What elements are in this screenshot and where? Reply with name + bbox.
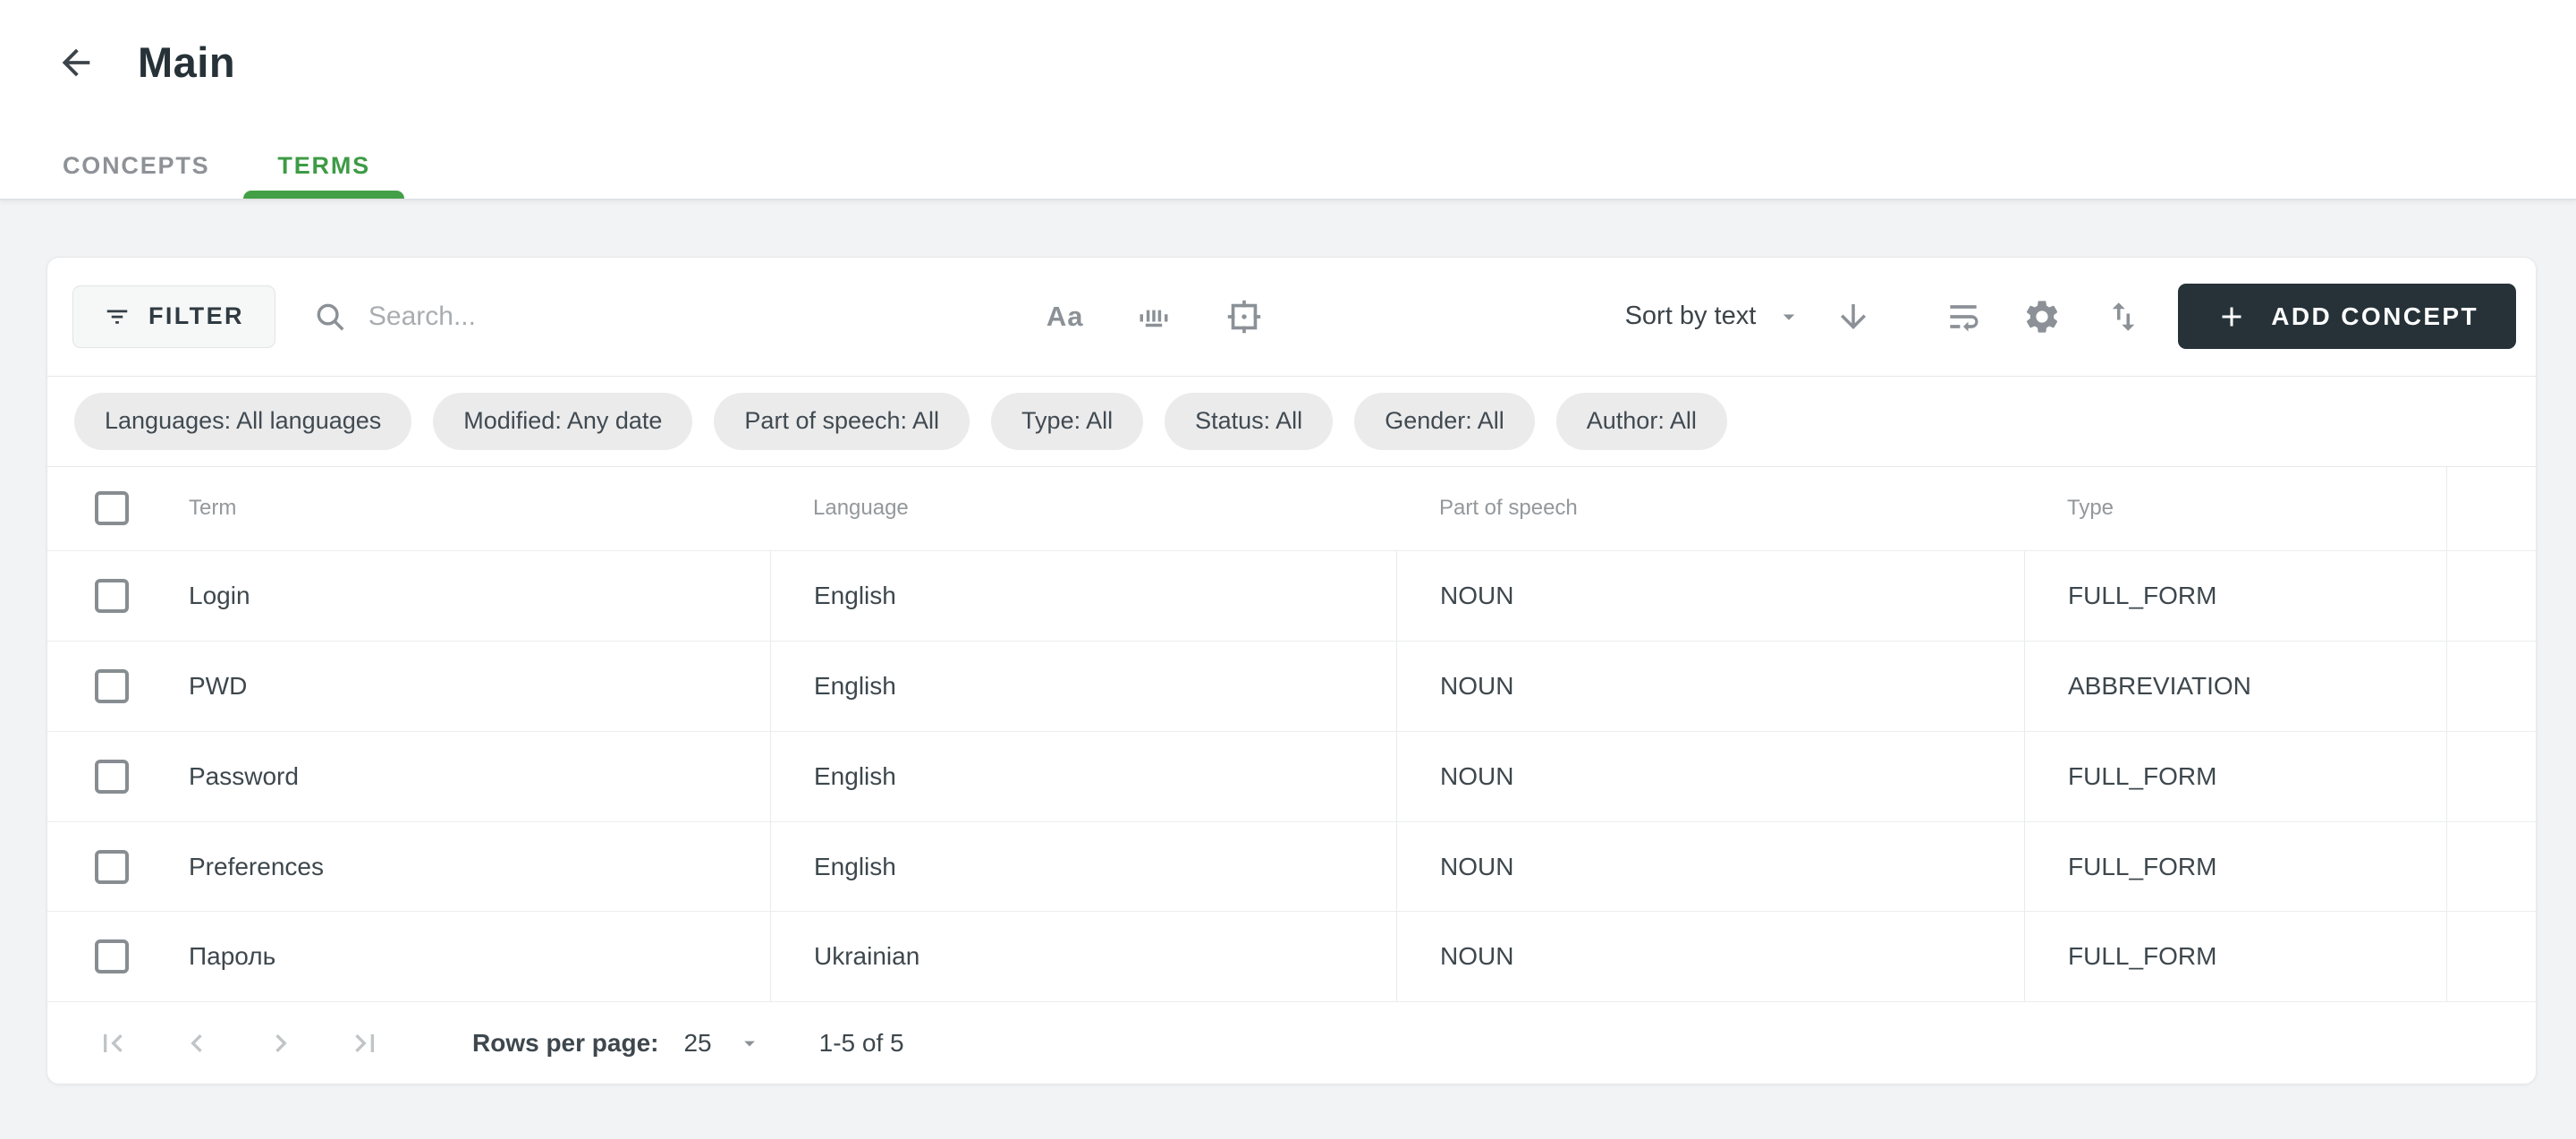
pagination: Rows per page: 25 1-5 of 5 xyxy=(47,1002,2536,1084)
table-row[interactable]: Preferences English NOUN FULL_FORM xyxy=(47,822,2536,913)
chip-languages[interactable]: Languages: All languages xyxy=(74,393,411,450)
last-page-icon[interactable] xyxy=(347,1025,383,1061)
cell-spacer xyxy=(2446,551,2536,641)
cell-type: FULL_FORM xyxy=(2024,551,2446,641)
plus-icon xyxy=(2216,301,2248,333)
cell-language: Ukrainian xyxy=(770,912,1396,1001)
row-checkbox[interactable] xyxy=(95,939,129,973)
filter-button-label: FILTER xyxy=(148,302,244,330)
add-concept-button[interactable]: ADD CONCEPT xyxy=(2178,284,2516,349)
search-input[interactable] xyxy=(369,302,1046,332)
terms-panel: FILTER Aa xyxy=(47,257,2537,1084)
select-all-checkbox[interactable] xyxy=(95,491,129,525)
rows-per-page-value: 25 xyxy=(683,1029,711,1058)
add-concept-button-label: ADD CONCEPT xyxy=(2271,302,2479,331)
cell-type: FULL_FORM xyxy=(2024,912,2446,1001)
toolbar: FILTER Aa xyxy=(47,258,2536,377)
first-page-icon[interactable] xyxy=(95,1025,131,1061)
column-header-type: Type xyxy=(2024,467,2446,551)
next-page-icon[interactable] xyxy=(263,1025,299,1061)
cell-language: English xyxy=(770,642,1396,731)
cell-part-of-speech: NOUN xyxy=(1396,732,2024,821)
row-checkbox[interactable] xyxy=(95,760,129,794)
sort-select-value: Sort by text xyxy=(1625,302,1757,331)
cell-language: English xyxy=(770,822,1396,912)
table-row[interactable]: Login English NOUN FULL_FORM xyxy=(47,551,2536,642)
cell-part-of-speech: NOUN xyxy=(1396,642,2024,731)
chip-type[interactable]: Type: All xyxy=(991,393,1143,450)
cell-part-of-speech: NOUN xyxy=(1396,822,2024,912)
chip-gender[interactable]: Gender: All xyxy=(1354,393,1535,450)
swap-vertical-icon[interactable] xyxy=(2105,298,2142,336)
cell-term: Пароль xyxy=(47,912,770,1001)
filter-chips-row: Languages: All languages Modified: Any d… xyxy=(47,377,2536,467)
cell-type: FULL_FORM xyxy=(2024,732,2446,821)
row-checkbox[interactable] xyxy=(95,669,129,703)
cell-type: FULL_FORM xyxy=(2024,822,2446,912)
cell-spacer xyxy=(2446,732,2536,821)
rows-per-page-label: Rows per page: xyxy=(472,1029,658,1058)
header-cell-term: Term xyxy=(47,467,770,551)
column-header-spacer xyxy=(2446,467,2536,551)
arrow-left-icon xyxy=(55,42,97,83)
column-header-part-of-speech: Part of speech xyxy=(1396,467,2024,551)
chip-author[interactable]: Author: All xyxy=(1556,393,1727,450)
row-checkbox[interactable] xyxy=(95,850,129,884)
table-row[interactable]: Пароль Ukrainian NOUN FULL_FORM xyxy=(47,912,2536,1002)
cell-part-of-speech: NOUN xyxy=(1396,912,2024,1001)
filter-icon xyxy=(104,303,131,330)
rows-per-page-select[interactable]: 25 xyxy=(683,1029,761,1058)
chevron-down-icon xyxy=(1775,303,1802,330)
prev-page-icon[interactable] xyxy=(179,1025,215,1061)
center-focus-icon[interactable] xyxy=(1224,296,1265,337)
cell-term: Preferences xyxy=(47,822,770,912)
cell-language: English xyxy=(770,732,1396,821)
sort-select[interactable]: Sort by text xyxy=(1625,302,1803,331)
cell-spacer xyxy=(2446,822,2536,912)
sort-and-actions: Sort by text ADD CONCEPT xyxy=(1625,284,2516,349)
cell-spacer xyxy=(2446,642,2536,731)
search-icon xyxy=(313,300,347,334)
settings-gear-icon[interactable] xyxy=(2022,297,2062,336)
cell-part-of-speech: NOUN xyxy=(1396,551,2024,641)
topbar: Main CONCEPTS TERMS xyxy=(0,0,2576,200)
tab-concepts[interactable]: CONCEPTS xyxy=(29,132,243,199)
chip-status[interactable]: Status: All xyxy=(1165,393,1333,450)
match-case-icon[interactable]: Aa xyxy=(1046,301,1084,333)
cell-spacer xyxy=(2446,912,2536,1001)
sort-direction-down-icon[interactable] xyxy=(1835,298,1872,336)
tab-terms[interactable]: TERMS xyxy=(243,132,404,199)
cell-term: PWD xyxy=(47,642,770,731)
back-button[interactable] xyxy=(55,42,97,83)
cell-term: Login xyxy=(47,551,770,641)
cell-language: English xyxy=(770,551,1396,641)
wrap-text-icon[interactable] xyxy=(1944,297,1983,336)
chip-part-of-speech[interactable]: Part of speech: All xyxy=(714,393,970,450)
search-options: Aa xyxy=(1046,296,1265,337)
term-text: Login xyxy=(189,582,250,610)
cell-type: ABBREVIATION xyxy=(2024,642,2446,731)
term-text: Пароль xyxy=(189,942,275,971)
row-checkbox[interactable] xyxy=(95,579,129,613)
term-text: Preferences xyxy=(189,853,324,881)
page-title: Main xyxy=(138,38,235,87)
title-row: Main xyxy=(0,0,2576,87)
column-header-language: Language xyxy=(770,467,1396,551)
table-row[interactable]: Password English NOUN FULL_FORM xyxy=(47,732,2536,822)
column-header-term: Term xyxy=(189,496,236,521)
table-header: Term Language Part of speech Type xyxy=(47,467,2536,552)
tabs: CONCEPTS TERMS xyxy=(29,132,404,199)
barcode-icon[interactable] xyxy=(1134,297,1174,336)
term-text: PWD xyxy=(189,672,247,701)
filter-button[interactable]: FILTER xyxy=(72,285,275,348)
term-text: Password xyxy=(189,762,299,791)
chevron-down-icon xyxy=(737,1031,762,1056)
table-row[interactable]: PWD English NOUN ABBREVIATION xyxy=(47,642,2536,732)
chip-modified[interactable]: Modified: Any date xyxy=(433,393,692,450)
search-box xyxy=(313,300,1046,334)
pagination-range-label: 1-5 of 5 xyxy=(819,1029,904,1058)
cell-term: Password xyxy=(47,732,770,821)
